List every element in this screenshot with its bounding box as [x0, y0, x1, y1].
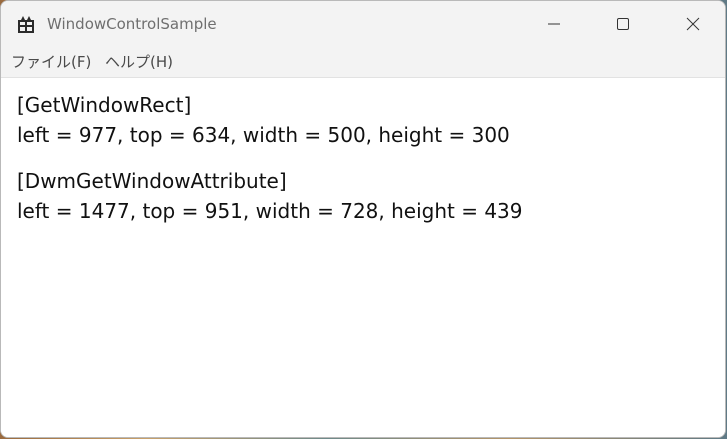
close-icon [686, 17, 700, 31]
menu-item-help[interactable]: ヘルプ(H) [105, 47, 173, 77]
dwmgetwindowattribute-header: [DwmGetWindowAttribute] [17, 169, 287, 193]
minimize-button[interactable] [519, 1, 589, 47]
getwindowrect-block: [GetWindowRect] left = 977, top = 634, w… [17, 90, 510, 150]
app-window: WindowControlSample ファイル(F) ヘルプ(H) [GetW… [0, 0, 726, 438]
window-title: WindowControlSample [47, 15, 217, 33]
menu-bar: ファイル(F) ヘルプ(H) [1, 47, 725, 78]
app-icon [18, 16, 34, 33]
menu-item-file[interactable]: ファイル(F) [11, 47, 91, 77]
getwindowrect-header: [GetWindowRect] [17, 93, 192, 117]
dwmgetwindowattribute-values: left = 1477, top = 951, width = 728, hei… [17, 199, 523, 223]
minimize-icon [548, 23, 560, 25]
maximize-icon [617, 18, 629, 30]
getwindowrect-values: left = 977, top = 634, width = 500, heig… [17, 123, 510, 147]
title-bar[interactable]: WindowControlSample [1, 1, 725, 47]
maximize-button[interactable] [588, 1, 658, 47]
content-area: [GetWindowRect] left = 977, top = 634, w… [1, 78, 725, 437]
close-button[interactable] [658, 1, 725, 47]
dwmgetwindowattribute-block: [DwmGetWindowAttribute] left = 1477, top… [17, 166, 523, 226]
